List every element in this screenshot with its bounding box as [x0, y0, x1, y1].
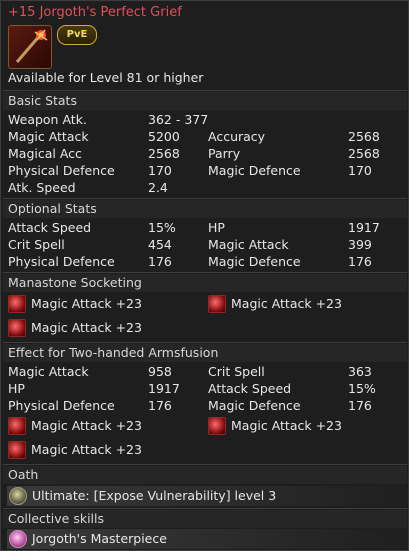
oath-skill[interactable]: Ultimate: [Expose Vulnerability] level 3: [7, 486, 407, 506]
stat-value: 176: [348, 254, 372, 269]
oath-skill-icon: [9, 487, 27, 505]
stat-label: Atk. Speed: [8, 180, 76, 195]
stat-value: 170: [348, 163, 372, 178]
armsfusion-header: Effect for Two-handed Armsfusion: [3, 344, 407, 362]
pve-badge: PvE: [57, 25, 97, 45]
stat-value: 363: [348, 364, 372, 379]
item-title: +15 Jorgoth's Perfect Grief: [8, 5, 182, 20]
manastone-header: Manastone Socketing: [3, 274, 407, 292]
manastone-label: Magic Attack +23: [31, 442, 142, 457]
manastone-label: Magic Attack +23: [31, 418, 142, 433]
stat-value: 15%: [348, 381, 376, 396]
stat-value: 454: [148, 237, 172, 252]
stat-value: 170: [148, 163, 172, 178]
divider: [3, 272, 407, 273]
stat-value: 176: [348, 398, 372, 413]
collective-skill[interactable]: Jorgoth's Masterpiece: [7, 529, 407, 549]
stat-label: HP: [8, 381, 25, 396]
stat-label: Magic Defence: [208, 254, 301, 269]
stat-value: 2568: [348, 146, 380, 161]
stat-label: HP: [208, 220, 225, 235]
stat-value: 1917: [148, 381, 180, 396]
stat-value: 176: [148, 254, 172, 269]
stat-label: Weapon Atk.: [8, 112, 87, 127]
stat-value: 2568: [148, 146, 180, 161]
staff-weapon-icon: [8, 25, 52, 69]
stat-label: Physical Defence: [8, 398, 115, 413]
stat-value: 5200: [148, 129, 180, 144]
stat-label: Magic Attack: [8, 129, 89, 144]
manastone-label: Magic Attack +23: [231, 296, 342, 311]
stat-value: 362 - 377: [148, 112, 209, 127]
divider: [3, 342, 407, 343]
red-manastone-icon: [8, 319, 26, 337]
stat-value: 15%: [148, 220, 176, 235]
red-manastone-icon: [208, 295, 226, 313]
oath-header: Oath: [3, 466, 407, 484]
red-manastone-icon: [8, 295, 26, 313]
stat-label: Accuracy: [208, 129, 266, 144]
stat-value: 1917: [348, 220, 380, 235]
stat-value: 958: [148, 364, 172, 379]
stat-label: Magical Acc: [8, 146, 82, 161]
stat-label: Magic Attack: [208, 237, 289, 252]
level-requirement: Available for Level 81 or higher: [8, 70, 204, 85]
stat-value: 176: [148, 398, 172, 413]
stat-label: Attack Speed: [208, 381, 292, 396]
stat-label: Attack Speed: [8, 220, 92, 235]
stat-value: 2.4: [148, 180, 168, 195]
optional-stats-header: Optional Stats: [3, 200, 407, 218]
red-manastone-icon: [208, 417, 226, 435]
stat-label: Physical Defence: [8, 254, 115, 269]
divider: [3, 508, 407, 509]
collective-skills-header: Collective skills: [3, 510, 407, 528]
red-manastone-icon: [8, 417, 26, 435]
stat-label: Magic Defence: [208, 398, 301, 413]
stat-label: Magic Attack: [8, 364, 89, 379]
stat-value: 399: [348, 237, 372, 252]
red-manastone-icon: [8, 441, 26, 459]
oath-skill-label: Ultimate: [Expose Vulnerability] level 3: [32, 488, 277, 503]
manastone-label: Magic Attack +23: [31, 320, 142, 335]
divider: [3, 90, 407, 91]
divider: [3, 198, 407, 199]
stat-value: 2568: [348, 129, 380, 144]
manastone-label: Magic Attack +23: [31, 296, 142, 311]
stat-label: Physical Defence: [8, 163, 115, 178]
collective-skill-icon: [9, 530, 27, 548]
stat-label: Crit Spell: [208, 364, 265, 379]
item-tooltip: +15 Jorgoth's Perfect Grief PvE Availabl…: [0, 0, 409, 551]
stat-label: Parry: [208, 146, 241, 161]
manastone-label: Magic Attack +23: [231, 418, 342, 433]
collective-skill-label: Jorgoth's Masterpiece: [32, 531, 167, 546]
stat-label: Magic Defence: [208, 163, 301, 178]
basic-stats-header: Basic Stats: [3, 92, 407, 110]
divider: [3, 464, 407, 465]
stat-label: Crit Spell: [8, 237, 65, 252]
